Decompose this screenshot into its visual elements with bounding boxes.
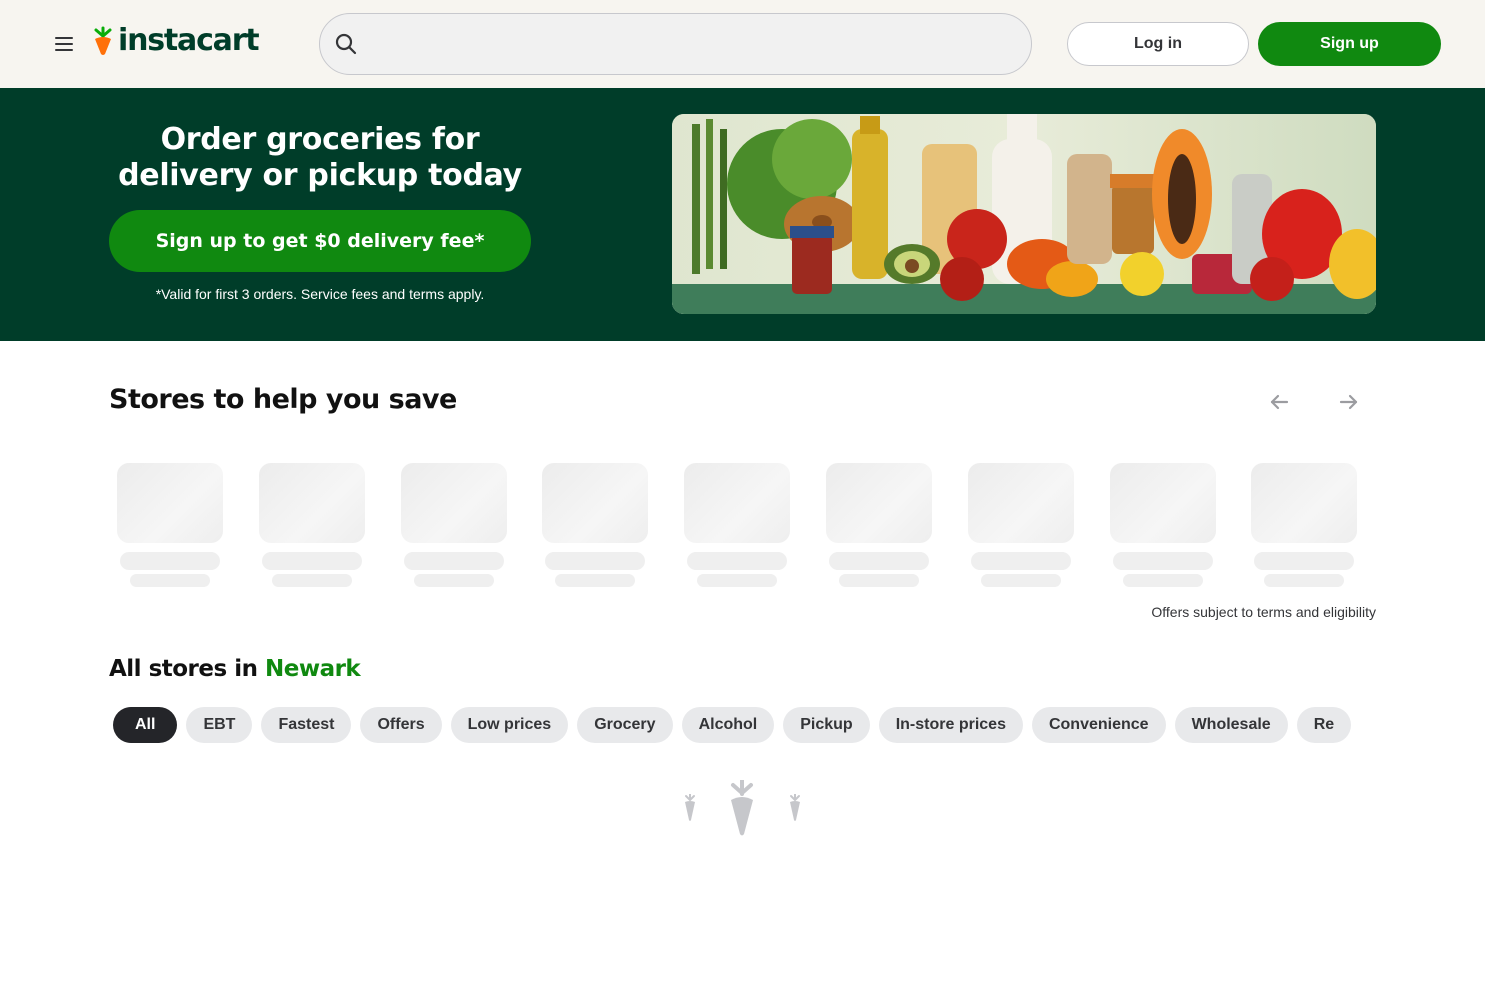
filter-chip[interactable]: Re [1296, 707, 1352, 743]
store-text-placeholder [1254, 552, 1355, 570]
store-logo-placeholder [542, 463, 649, 543]
store-logo-placeholder [117, 463, 223, 543]
store-card-placeholder [400, 463, 507, 587]
groceries-illustration [672, 114, 1376, 314]
store-card-placeholder [967, 463, 1074, 587]
filter-chip[interactable]: Fastest [261, 707, 352, 743]
offers-terms-note: Offers subject to terms and eligibility [1151, 604, 1376, 620]
store-text-placeholder [970, 552, 1071, 570]
groceries-hero-image [672, 114, 1376, 314]
store-text-placeholder [1112, 552, 1213, 570]
store-text-placeholder [261, 552, 362, 570]
store-logo-placeholder [1251, 463, 1358, 543]
store-card-placeholder [1251, 463, 1358, 587]
search-input[interactable] [376, 14, 1016, 74]
store-card-placeholder [684, 463, 791, 587]
search-icon[interactable] [334, 32, 358, 56]
store-text-placeholder [829, 552, 929, 570]
arrow-right-icon[interactable] [1337, 390, 1361, 414]
filter-chip[interactable]: Pickup [783, 707, 870, 743]
hero-title: Order groceries for delivery or pickup t… [118, 122, 522, 193]
hero-terms-note: *Valid for first 3 orders. Service fees … [155, 286, 485, 302]
store-text-placeholder [980, 574, 1061, 587]
store-text-placeholder [271, 574, 352, 587]
location-city-link[interactable]: Newark [265, 656, 361, 682]
store-filter-chips: All EBT Fastest Offers Low prices Grocery Alco… [109, 706, 1376, 744]
hero-banner: Order groceries for delivery or pickup t… [0, 88, 1485, 341]
store-logo-placeholder [684, 463, 791, 543]
menu-icon-bar [55, 49, 73, 51]
logo-text: instacart [118, 23, 260, 58]
store-text-placeholder [130, 574, 210, 587]
filter-chip[interactable]: Convenience [1031, 707, 1166, 743]
filter-chip[interactable]: Alcohol [681, 707, 775, 743]
filter-chip[interactable]: All [113, 707, 178, 743]
instacart-logo[interactable]: instacart [92, 23, 260, 58]
store-text-placeholder [839, 574, 919, 587]
store-text-placeholder [413, 574, 494, 587]
filter-chip[interactable]: Wholesale [1174, 707, 1288, 743]
store-text-placeholder [1122, 574, 1203, 587]
filter-chip[interactable]: Low prices [450, 707, 569, 743]
arrow-left-icon[interactable] [1267, 390, 1291, 414]
store-card-placeholder [1109, 463, 1216, 587]
store-logo-placeholder [967, 463, 1074, 543]
store-text-placeholder [403, 552, 504, 570]
carrot-loader-icon [685, 780, 800, 836]
stores-to-save-heading: Stores to help you save [109, 384, 457, 415]
store-text-placeholder [697, 574, 778, 587]
carrot-logo-icon [94, 26, 112, 55]
store-card-placeholder [542, 463, 649, 587]
all-stores-heading-prefix: All stores in [109, 656, 265, 682]
hero-signup-cta-button[interactable]: Sign up to get $0 delivery fee* [109, 210, 531, 272]
all-stores-heading: All stores in Newark [109, 653, 361, 685]
store-text-placeholder [545, 552, 646, 570]
store-text-placeholder [687, 552, 788, 570]
menu-button[interactable] [50, 30, 78, 58]
store-text-placeholder [120, 552, 220, 570]
filter-chip[interactable]: Offers [360, 707, 442, 743]
filter-chip[interactable]: EBT [186, 707, 253, 743]
store-logo-placeholder [1109, 463, 1216, 543]
store-card-placeholder [258, 463, 365, 587]
store-logo-placeholder [400, 463, 507, 543]
signup-button[interactable]: Sign up [1258, 22, 1441, 66]
store-card-placeholders [117, 463, 1377, 593]
menu-icon-bar [55, 37, 73, 39]
store-text-placeholder [555, 574, 636, 587]
store-logo-placeholder [258, 463, 365, 543]
filter-chip[interactable]: Grocery [577, 707, 673, 743]
login-button[interactable]: Log in [1067, 22, 1249, 66]
filter-chip[interactable]: In-store prices [878, 707, 1023, 743]
menu-icon-bar [55, 43, 73, 45]
chip-track: All EBT Fastest Offers Low prices Grocery Alco… [113, 707, 1352, 743]
store-card-placeholder [117, 463, 223, 587]
search-bar[interactable] [319, 13, 1032, 75]
store-logo-placeholder [826, 463, 932, 543]
store-text-placeholder [1264, 574, 1345, 587]
store-card-placeholder [826, 463, 932, 587]
top-header: instacart Log in Sign up [0, 0, 1485, 88]
